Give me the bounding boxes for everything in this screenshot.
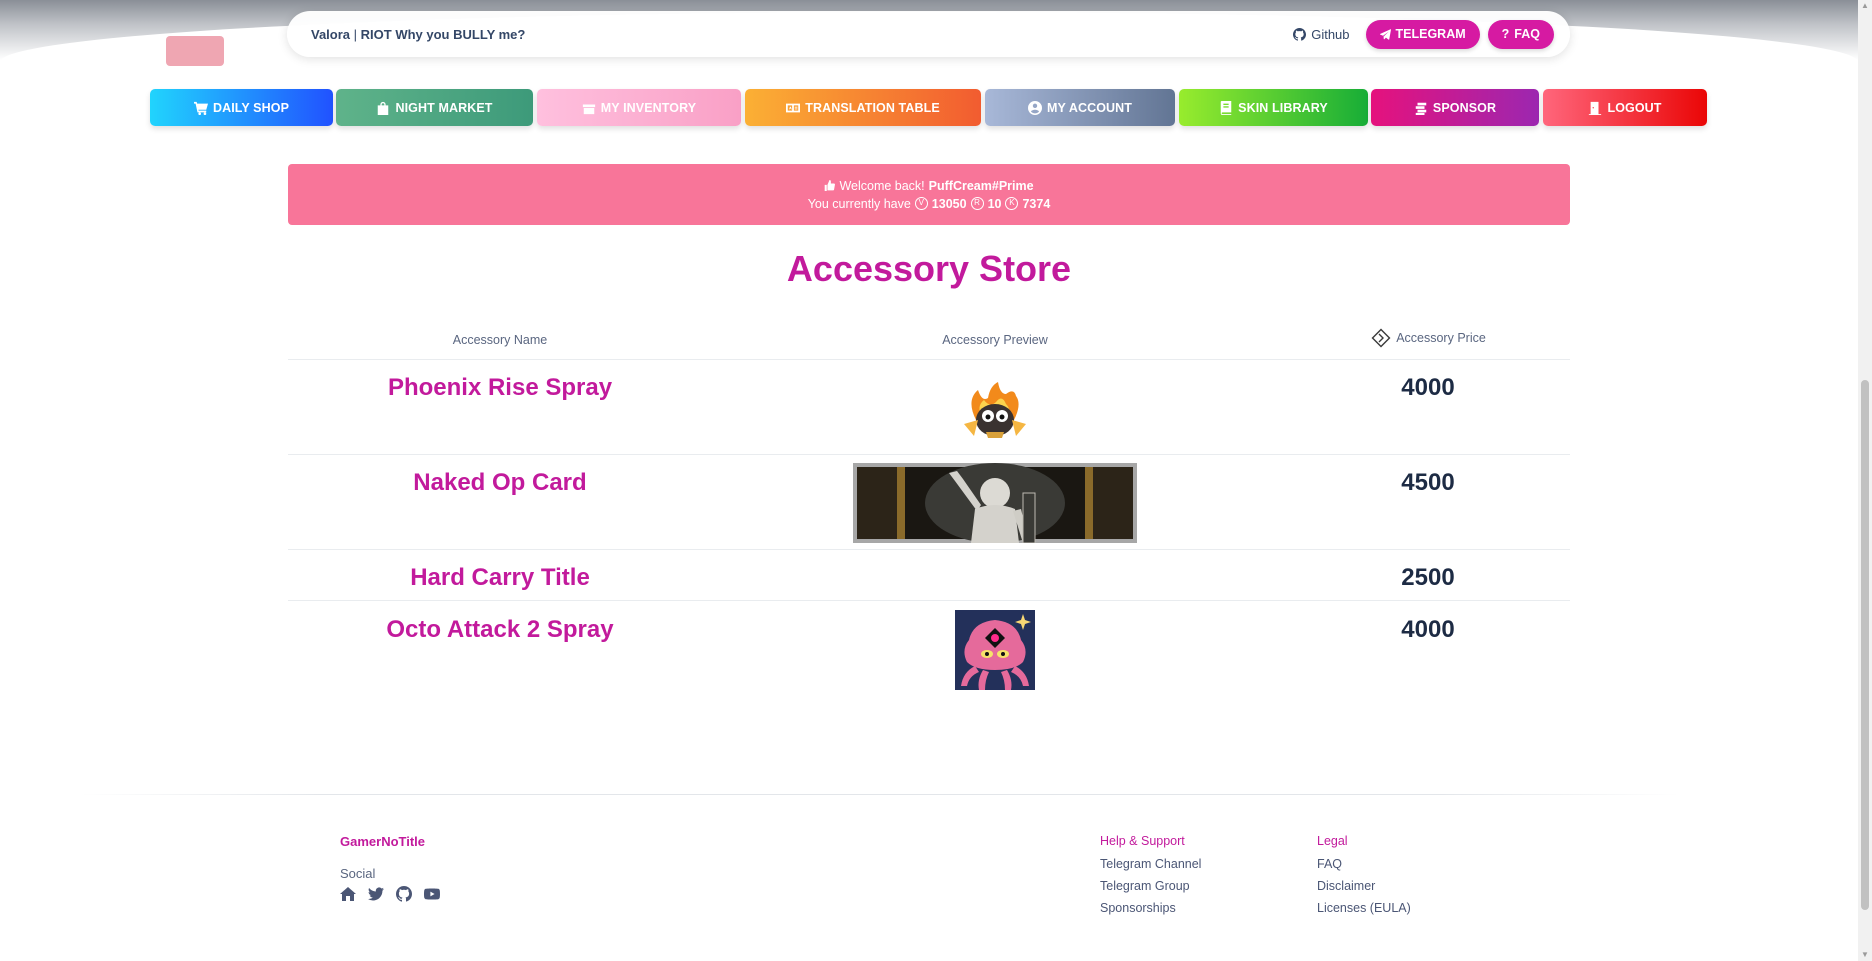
footer-legal-heading: Legal — [1317, 834, 1348, 848]
footer-brand[interactable]: GamerNoTitle — [340, 834, 425, 849]
tab-label: SKIN LIBRARY — [1238, 100, 1328, 115]
welcome-text: Welcome back! — [839, 178, 925, 193]
brand-separator: | — [353, 26, 358, 42]
welcome-alert: Welcome back! PuffCream#Prime You curren… — [288, 164, 1570, 225]
kc-balance: 7374 — [1022, 196, 1051, 211]
col-header-price-label: Accessory Price — [1396, 331, 1486, 345]
footer-link-sponsorships[interactable]: Sponsorships — [1100, 901, 1201, 915]
footer-link-disclaimer[interactable]: Disclaimer — [1317, 879, 1411, 893]
rp-balance: 10 — [987, 196, 1002, 211]
site-brand[interactable]: Valora | RIOT Why you BULLY me? — [311, 27, 525, 42]
accessory-name: Octo Attack 2 Spray — [386, 616, 614, 643]
accessory-name: Hard Carry Title — [410, 564, 590, 591]
tab-daily-shop[interactable]: DAILY SHOP — [150, 89, 333, 126]
github-label: Github — [1311, 26, 1350, 42]
balance-prefix: You currently have — [807, 196, 911, 211]
tab-translation-table[interactable]: TRANSLATION TABLE — [745, 89, 981, 126]
scroll-down-icon[interactable]: ▼ — [1861, 951, 1869, 959]
col-header-price: Accessory Price — [1278, 327, 1578, 349]
kingdom-credits-icon — [1371, 328, 1391, 348]
kingdom-credits-icon: K — [1005, 197, 1019, 210]
tab-label: DAILY SHOP — [212, 100, 290, 115]
tab-label: TRANSLATION TABLE — [805, 100, 940, 115]
door-icon — [1589, 101, 1602, 115]
tab-skin-library[interactable]: SKIN LIBRARY — [1179, 89, 1368, 126]
footer-legal-column: Legal FAQ Disclaimer Licenses (EULA) — [1317, 834, 1411, 923]
table-row-divider — [288, 549, 1570, 550]
accessory-price: 4000 — [1401, 374, 1455, 401]
twitter-icon[interactable] — [368, 886, 384, 902]
header-background-decoration — [166, 36, 224, 66]
cart-icon — [193, 101, 208, 115]
table-row-divider — [288, 600, 1570, 601]
valorant-points-icon: V — [914, 197, 928, 210]
book-icon — [1220, 100, 1232, 115]
thumbs-up-icon — [825, 180, 836, 191]
translate-icon — [786, 103, 801, 112]
tab-label: SPONSOR — [1432, 100, 1497, 115]
tab-label: NIGHT MARKET — [395, 100, 493, 115]
accessory-preview-image — [955, 610, 1035, 690]
accessory-preview-image — [956, 380, 1034, 440]
accessory-price: 2500 — [1401, 564, 1455, 591]
telegram-label: TELEGRAM — [1395, 27, 1466, 41]
home-icon[interactable] — [340, 886, 356, 902]
page-scrollbar[interactable]: ▲ ▼ — [1858, 0, 1872, 961]
inventory-icon — [582, 104, 595, 114]
accessory-preview-image — [853, 463, 1137, 544]
footer-link-faq[interactable]: FAQ — [1317, 857, 1411, 871]
accessory-name: Naked Op Card — [413, 469, 587, 496]
top-navbar: Valora | RIOT Why you BULLY me? Github T… — [287, 11, 1570, 57]
accessory-price: 4000 — [1401, 616, 1455, 643]
octo-attack-spray-image — [955, 610, 1035, 690]
user-icon — [1027, 100, 1042, 115]
brand-name: Valora — [311, 26, 351, 42]
scrollbar-thumb[interactable] — [1861, 380, 1869, 910]
telegram-button[interactable]: TELEGRAM — [1365, 19, 1480, 49]
username: PuffCream#Prime — [928, 178, 1034, 193]
question-icon: ? — [1501, 27, 1510, 41]
github-link[interactable]: Github — [1293, 26, 1350, 42]
vp-balance: 13050 — [931, 196, 967, 211]
footer-social-icons — [340, 886, 440, 902]
bag-icon — [378, 101, 389, 115]
footer-link-licenses[interactable]: Licenses (EULA) — [1317, 901, 1411, 915]
tab-logout[interactable]: LOGOUT — [1543, 89, 1707, 126]
tab-label: MY ACCOUNT — [1046, 100, 1133, 115]
youtube-icon[interactable] — [424, 886, 440, 902]
tab-my-inventory[interactable]: MY INVENTORY — [537, 89, 741, 126]
coins-icon — [1415, 102, 1427, 115]
tab-my-account[interactable]: MY ACCOUNT — [985, 89, 1175, 126]
footer-help-heading: Help & Support — [1100, 834, 1185, 848]
table-divider — [288, 359, 1570, 360]
page-title: Accessory Store — [786, 248, 1072, 289]
accessory-name: Phoenix Rise Spray — [387, 374, 613, 401]
scroll-up-icon[interactable]: ▲ — [1861, 2, 1869, 10]
faq-label: FAQ — [1514, 27, 1540, 41]
footer-divider — [80, 794, 1680, 795]
tab-label: LOGOUT — [1607, 100, 1662, 115]
col-header-name: Accessory Name — [452, 333, 548, 347]
footer-link-telegram-group[interactable]: Telegram Group — [1100, 879, 1201, 893]
col-header-preview: Accessory Preview — [942, 333, 1048, 347]
naked-op-card-image — [853, 463, 1137, 544]
github-icon[interactable] — [396, 886, 412, 902]
tab-label: MY INVENTORY — [600, 100, 697, 115]
tab-sponsor[interactable]: SPONSOR — [1371, 89, 1539, 126]
table-row-divider — [288, 454, 1570, 455]
brand-tagline: RIOT Why you BULLY me? — [360, 26, 526, 42]
footer-help-column: Help & Support Telegram Channel Telegram… — [1100, 834, 1201, 923]
paper-plane-icon — [1379, 28, 1391, 40]
github-icon — [1293, 27, 1307, 41]
faq-button[interactable]: ? FAQ — [1487, 19, 1554, 49]
navbar-links: Github TELEGRAM ? FAQ — [1293, 19, 1554, 49]
accessory-price: 4500 — [1401, 469, 1455, 496]
tab-night-market[interactable]: NIGHT MARKET — [336, 89, 533, 126]
footer-link-telegram-channel[interactable]: Telegram Channel — [1100, 857, 1201, 871]
welcome-line: Welcome back! PuffCream#Prime — [824, 178, 1034, 193]
radianite-points-icon: R — [970, 197, 984, 210]
balance-line: You currently have V 13050 R 10 K 7374 — [808, 197, 1051, 211]
footer-social-heading: Social — [340, 866, 376, 881]
phoenix-spray-image — [964, 382, 1026, 438]
